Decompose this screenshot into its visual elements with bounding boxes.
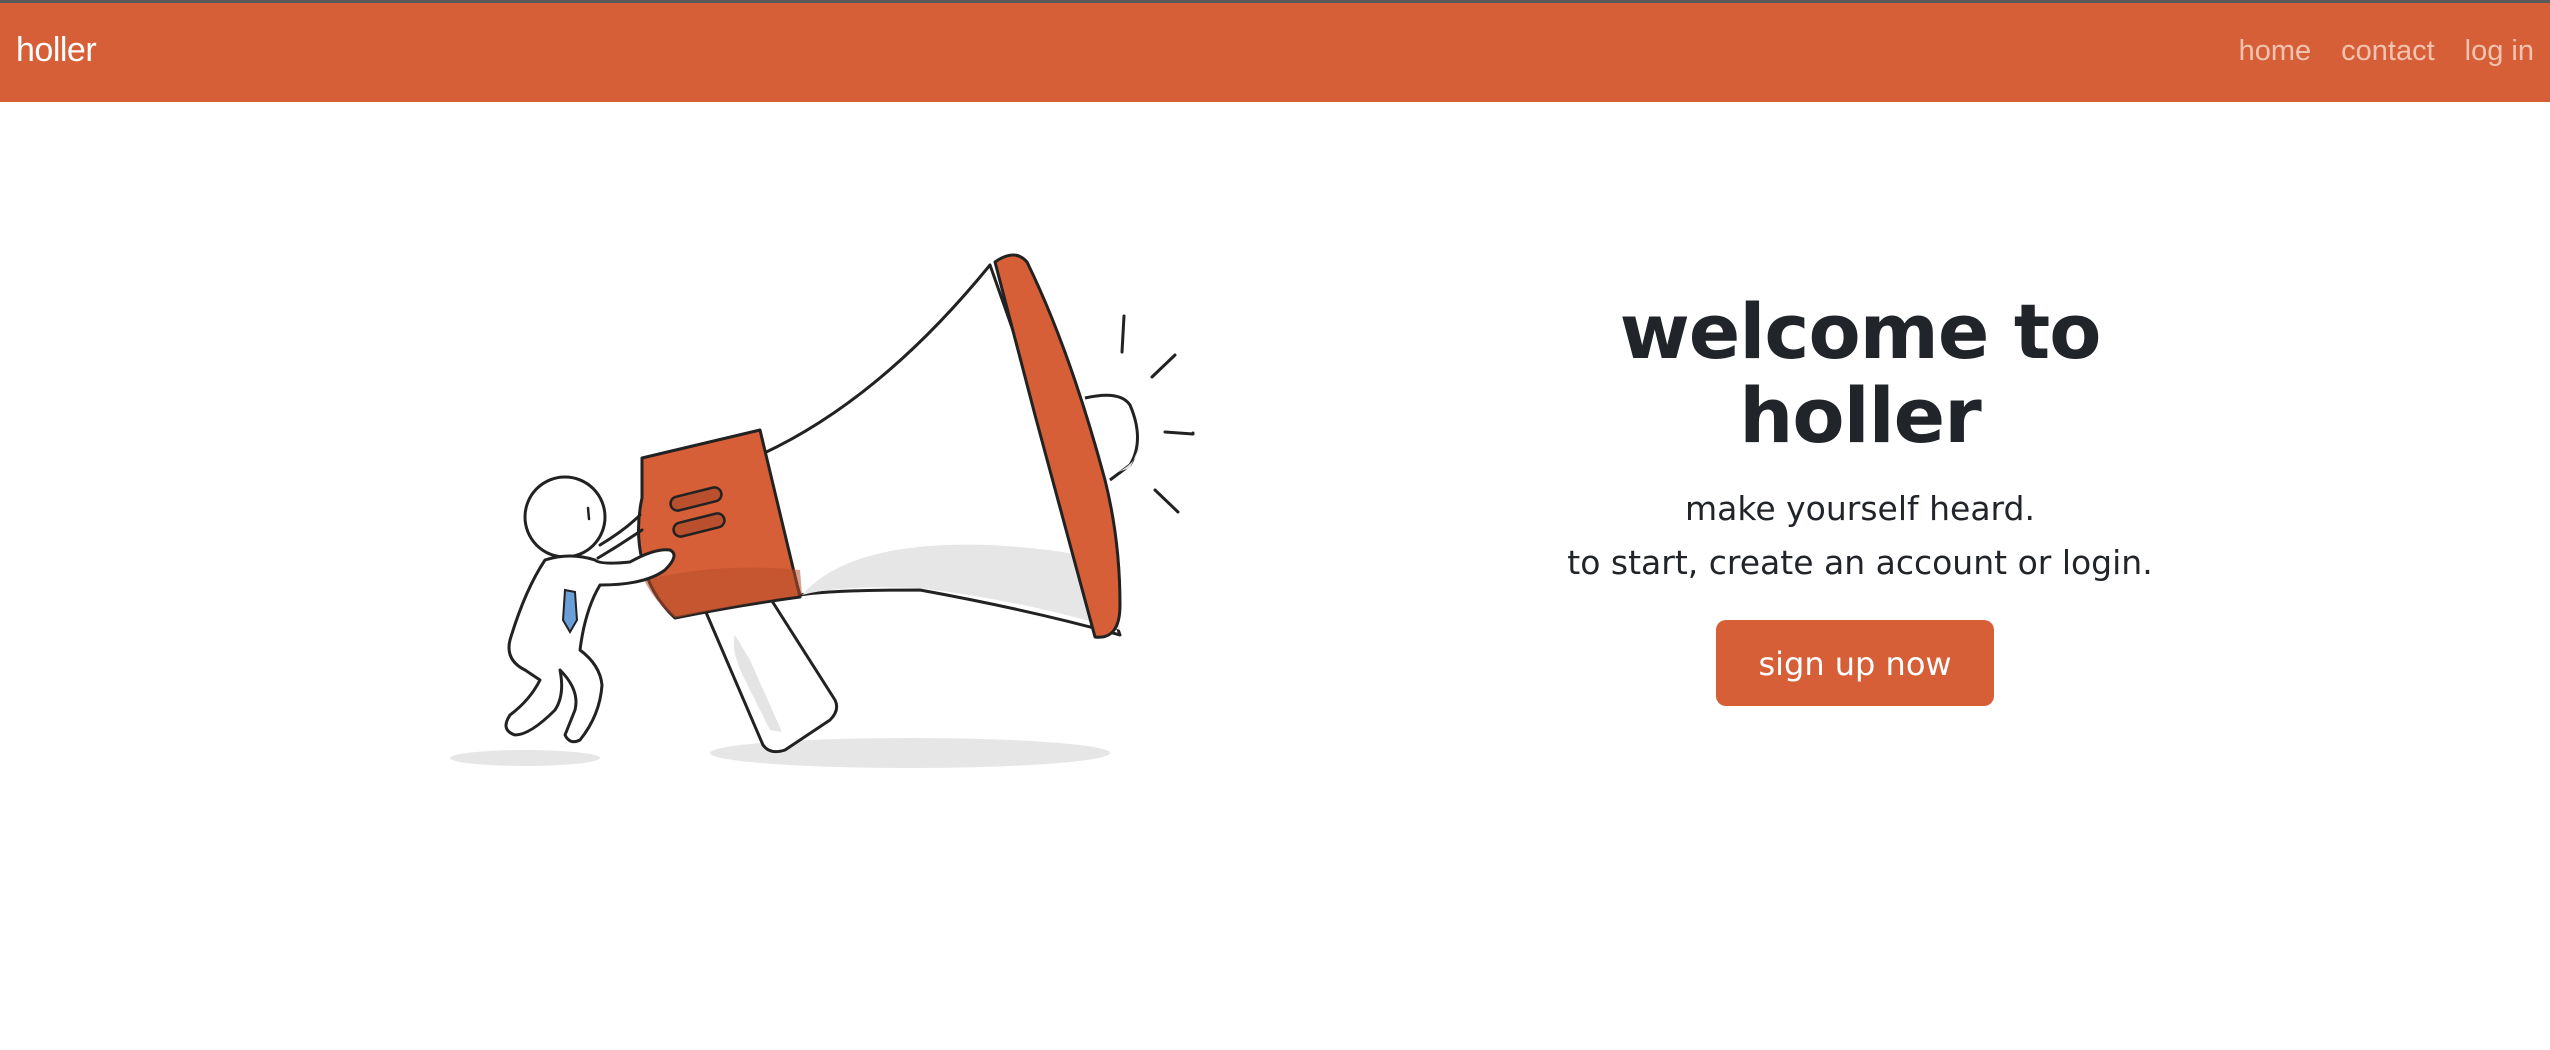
subtitle-line-1: make yourself heard. [1685,489,2035,528]
subtitle-line-2: to start, create an account or login. [1567,543,2153,582]
nav-links: home contact log in [2239,35,2534,68]
top-navbar: holler home contact log in [0,3,2550,102]
page-title: welcome to holler [1560,290,2160,458]
hero-subtitle: make yourself heard. to start, create an… [1560,482,2160,590]
title-line-1: welcome to [1619,287,2102,376]
brand-logo-link[interactable]: holler [16,31,97,70]
megaphone-person-icon [450,253,1195,768]
nav-link-contact[interactable]: contact [2341,35,2435,68]
megaphone-illustration [430,240,1250,780]
nav-link-home[interactable]: home [2239,35,2312,68]
hero-section: welcome to holler make yourself heard. t… [1560,290,2160,706]
nav-link-login[interactable]: log in [2465,35,2534,68]
title-line-2: holler [1739,371,1981,460]
sign-up-button[interactable]: sign up now [1716,620,1994,706]
